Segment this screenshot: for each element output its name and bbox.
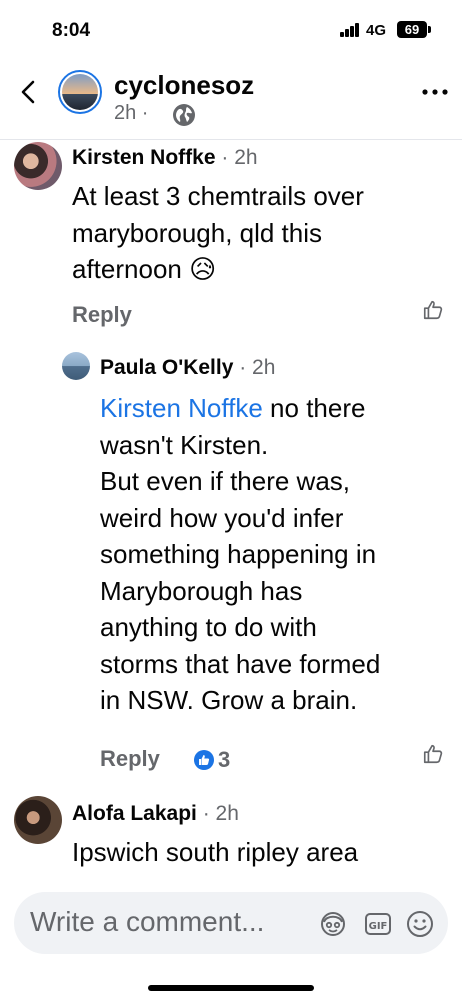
emoji-icon[interactable] [406,910,434,938]
comment-composer: Write a comment... GIF [0,880,462,1000]
comment-input[interactable]: Write a comment... GIF [14,892,448,954]
avatar[interactable] [14,142,62,190]
comment-kirsten: Kirsten Noffke · 2h At least 3 chemtrail… [0,140,462,340]
like-reaction-icon [194,750,214,770]
gif-icon[interactable]: GIF [364,910,392,938]
comment-author-line: Alofa Lakapi · 2h [72,802,239,826]
mention-link[interactable]: Kirsten Noffke [100,393,263,423]
back-button[interactable] [14,74,44,110]
comment-alofa: Alofa Lakapi · 2h Ipswich south ripley a… [0,792,462,882]
reaction-count: 3 [218,747,231,772]
reaction-summary[interactable]: 3 [194,747,230,773]
reply-button[interactable]: Reply [100,746,160,772]
comment-text: Ipswich south ripley area [72,837,359,867]
comment-author[interactable]: Kirsten Noffke [72,146,216,169]
battery-tip [428,26,431,33]
comment-author[interactable]: Paula O'Kelly [100,356,233,379]
comment-text: At least 3 chemtrails over maryborough, … [72,181,364,284]
avatar-sticker-icon[interactable] [319,910,347,938]
post-header: cyclonesoz 2h · [0,62,462,140]
avatar[interactable] [62,352,90,380]
network-type: 4G [366,22,387,39]
reply-button[interactable]: Reply [72,302,132,328]
comment-author[interactable]: Alofa Lakapi [72,802,197,825]
comment-time: · 2h [202,802,239,825]
comment-time: · 2h [239,356,276,379]
comment-author-line: Kirsten Noffke · 2h [72,146,258,170]
comment-placeholder: Write a comment... [30,906,265,937]
comment-author-line: Paula O'Kelly · 2h [100,356,275,380]
svg-text:GIF: GIF [369,921,388,932]
comment-text: Kirsten Noffke no there wasn't Kirsten. … [100,393,381,715]
more-options-icon[interactable] [420,82,450,102]
status-bar: 8:04 4G 69 [0,0,462,60]
avatar[interactable] [14,796,62,844]
page-avatar[interactable] [58,70,102,114]
status-time: 8:04 [52,20,91,41]
back-chevron-icon [21,80,35,104]
post-time: 2h · [114,102,149,124]
battery-icon: 69 [397,21,427,38]
globe-icon [173,104,195,126]
home-indicator [148,985,314,991]
comment-paula: Paula O'Kelly · 2h Kirsten Noffke no the… [0,350,462,780]
page-name[interactable]: cyclonesoz [114,70,254,101]
like-icon[interactable] [422,743,444,765]
like-icon[interactable] [422,299,444,321]
comment-time: · 2h [221,146,258,169]
cellular-signal-icon [340,23,360,37]
